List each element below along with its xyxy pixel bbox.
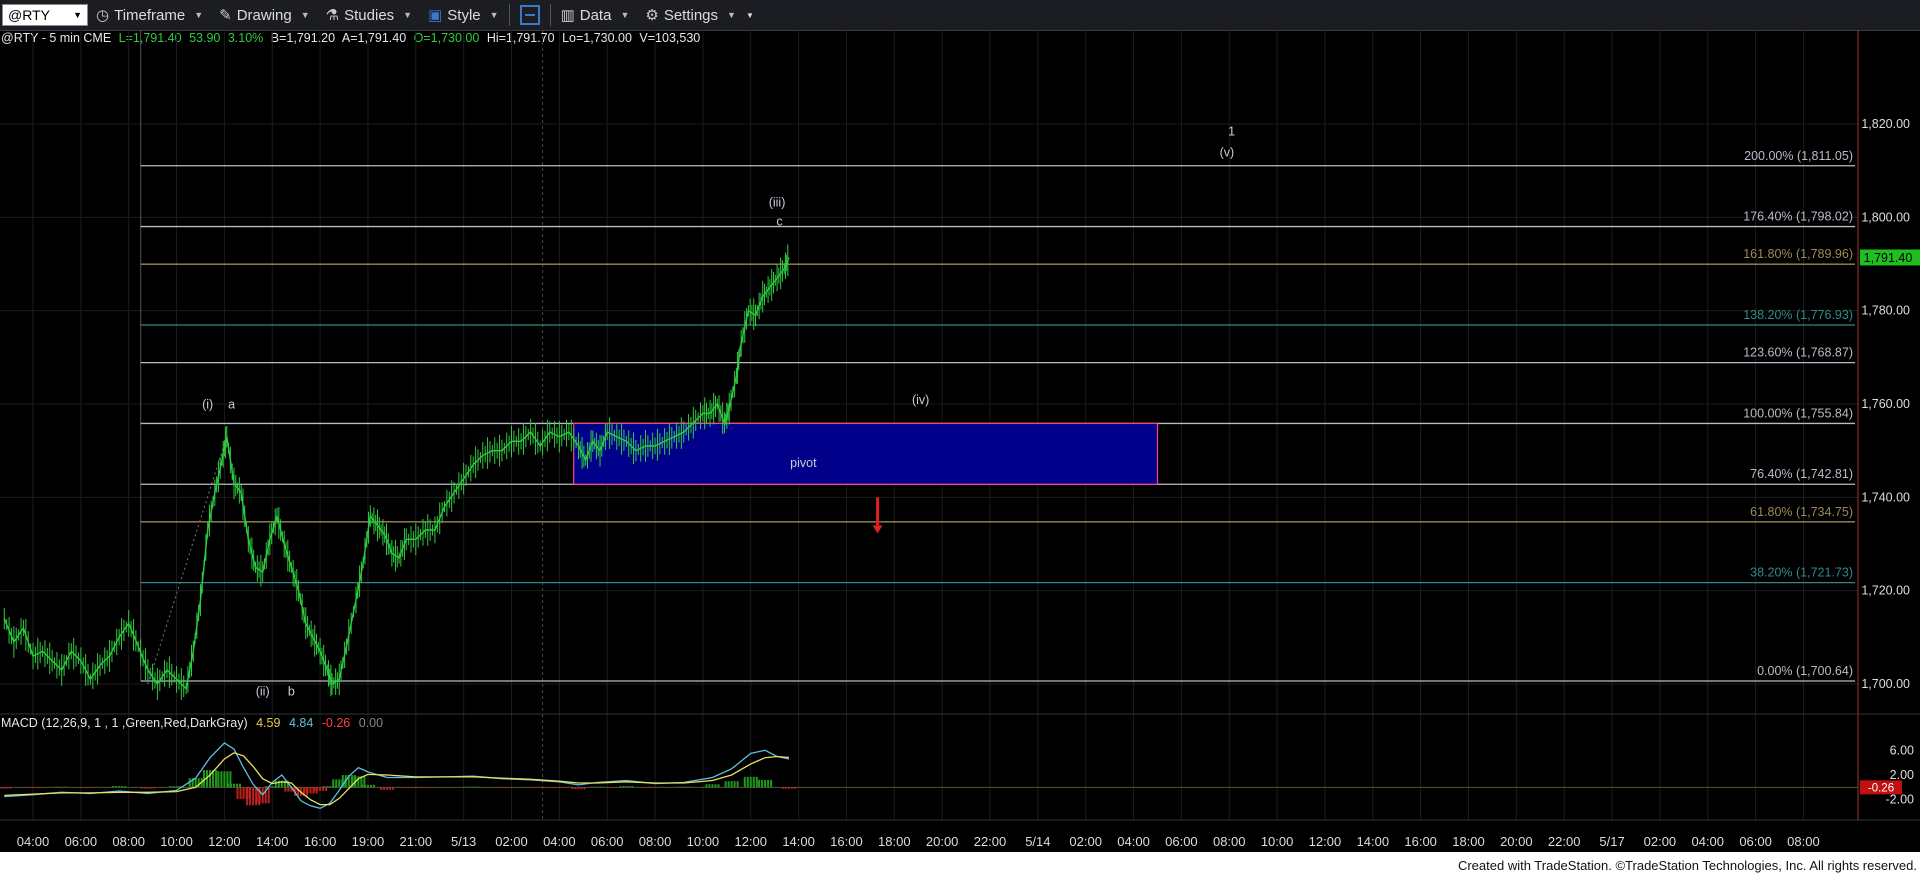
time-axis-tick: 08:00 — [639, 834, 672, 849]
fib-level-label: 61.80% (1,734.75) — [1750, 505, 1853, 519]
time-axis-tick: 16:00 — [304, 834, 337, 849]
time-axis-tick: 14:00 — [1357, 834, 1390, 849]
price-chart[interactable]: 200.00% (1,811.05)176.40% (1,798.02)161.… — [0, 0, 1920, 875]
time-axis-tick: 16:00 — [1404, 834, 1437, 849]
wave-label: (i) — [202, 398, 213, 412]
time-axis-tick: 06:00 — [1165, 834, 1198, 849]
pivot-zone — [573, 422, 1159, 485]
macd-axis-tick: 2.00 — [1890, 768, 1914, 782]
time-axis-tick: 14:00 — [782, 834, 815, 849]
wave-label: (ii) — [256, 685, 270, 699]
time-axis-tick: 18:00 — [878, 834, 911, 849]
time-axis-tick: 5/17 — [1599, 834, 1624, 849]
price-axis-tick: 1,800.00 — [1861, 210, 1910, 224]
wave-label: 1 — [1228, 125, 1235, 139]
price-axis-tick: 1,760.00 — [1861, 397, 1910, 411]
time-axis-tick: 06:00 — [1739, 834, 1772, 849]
time-axis-tick: 14:00 — [256, 834, 289, 849]
time-axis-tick: 04:00 — [1117, 834, 1150, 849]
macd-signal-line — [4, 752, 790, 806]
last-price-tag-label: 1,791.40 — [1864, 251, 1913, 265]
wave-label: a — [228, 398, 235, 412]
time-axis-tick: 19:00 — [352, 834, 385, 849]
time-axis-tick: 5/13 — [451, 834, 476, 849]
wave-label: (iv) — [912, 393, 929, 407]
fib-level-label: 138.20% (1,776.93) — [1743, 308, 1853, 322]
time-axis-tick: 10:00 — [687, 834, 720, 849]
fib-level-label: 123.60% (1,768.87) — [1743, 346, 1853, 360]
wave-label: (iii) — [769, 196, 786, 210]
time-axis-tick: 08:00 — [1213, 834, 1246, 849]
fib-level-label: 100.00% (1,755.84) — [1743, 406, 1853, 420]
wave-label: (v) — [1220, 146, 1235, 160]
down-arrow-icon — [872, 525, 883, 534]
time-axis-tick: 06:00 — [591, 834, 624, 849]
time-axis-tick: 10:00 — [160, 834, 193, 849]
time-axis-tick: 12:00 — [734, 834, 767, 849]
macd-legend: MACD (12,26,9, 1 , 1 ,Green,Red,DarkGray… — [1, 716, 388, 730]
macd-axis-tick: -2.00 — [1886, 793, 1915, 807]
fib-level-label: 38.20% (1,721.73) — [1750, 566, 1853, 580]
fib-level-label: 0.00% (1,700.64) — [1757, 664, 1853, 678]
time-axis-tick: 02:00 — [1644, 834, 1677, 849]
time-axis-tick: 02:00 — [495, 834, 528, 849]
copyright-credit: Created with TradeStation. ©TradeStation… — [1457, 858, 1917, 873]
time-axis-tick: 04:00 — [543, 834, 576, 849]
time-axis-tick: 16:00 — [830, 834, 863, 849]
macd-value: 4.59 — [256, 716, 281, 730]
price-axis-tick: 1,820.00 — [1861, 117, 1910, 131]
time-axis-tick: 06:00 — [65, 834, 98, 849]
wave-label: c — [776, 215, 782, 229]
time-axis-tick: 5/14 — [1025, 834, 1050, 849]
time-axis-tick: 04:00 — [1691, 834, 1724, 849]
time-axis-tick: 22:00 — [1548, 834, 1581, 849]
macd-signal-value: 4.84 — [288, 716, 314, 730]
wave-label: b — [288, 685, 295, 699]
fib-level-label: 176.40% (1,798.02) — [1743, 210, 1853, 224]
trend-line — [147, 436, 228, 685]
time-axis-tick: 12:00 — [208, 834, 241, 849]
macd-value-tag-label: -0.26 — [1868, 782, 1894, 794]
time-axis-tick: 10:00 — [1261, 834, 1294, 849]
time-axis-tick: 12:00 — [1309, 834, 1342, 849]
macd-title: MACD (12,26,9, 1 , 1 ,Green,Red,DarkGray… — [1, 716, 248, 730]
time-axis-tick: 08:00 — [112, 834, 145, 849]
macd-axis-tick: 6.00 — [1890, 743, 1914, 757]
price-axis-tick: 1,700.00 — [1861, 677, 1910, 691]
time-axis-tick: 08:00 — [1787, 834, 1820, 849]
time-axis-tick: 20:00 — [1500, 834, 1533, 849]
fib-level-label: 76.40% (1,742.81) — [1750, 467, 1853, 481]
macd-diff-value: -0.26 — [321, 716, 351, 730]
time-axis-tick: 21:00 — [400, 834, 433, 849]
time-axis-tick: 18:00 — [1452, 834, 1485, 849]
fib-level-label: 200.00% (1,811.05) — [1744, 149, 1853, 163]
fib-level-label: 161.80% (1,789.96) — [1743, 247, 1853, 261]
price-axis-tick: 1,720.00 — [1861, 584, 1910, 598]
price-axis-tick: 1,740.00 — [1861, 490, 1910, 504]
macd-zero-value: 0.00 — [358, 716, 384, 730]
time-axis-tick: 04:00 — [17, 834, 50, 849]
price-axis-tick: 1,780.00 — [1861, 304, 1910, 318]
wave-label: pivot — [790, 456, 817, 470]
time-axis-tick: 02:00 — [1069, 834, 1102, 849]
time-axis-tick: 20:00 — [926, 834, 959, 849]
time-axis-tick: 22:00 — [974, 834, 1007, 849]
